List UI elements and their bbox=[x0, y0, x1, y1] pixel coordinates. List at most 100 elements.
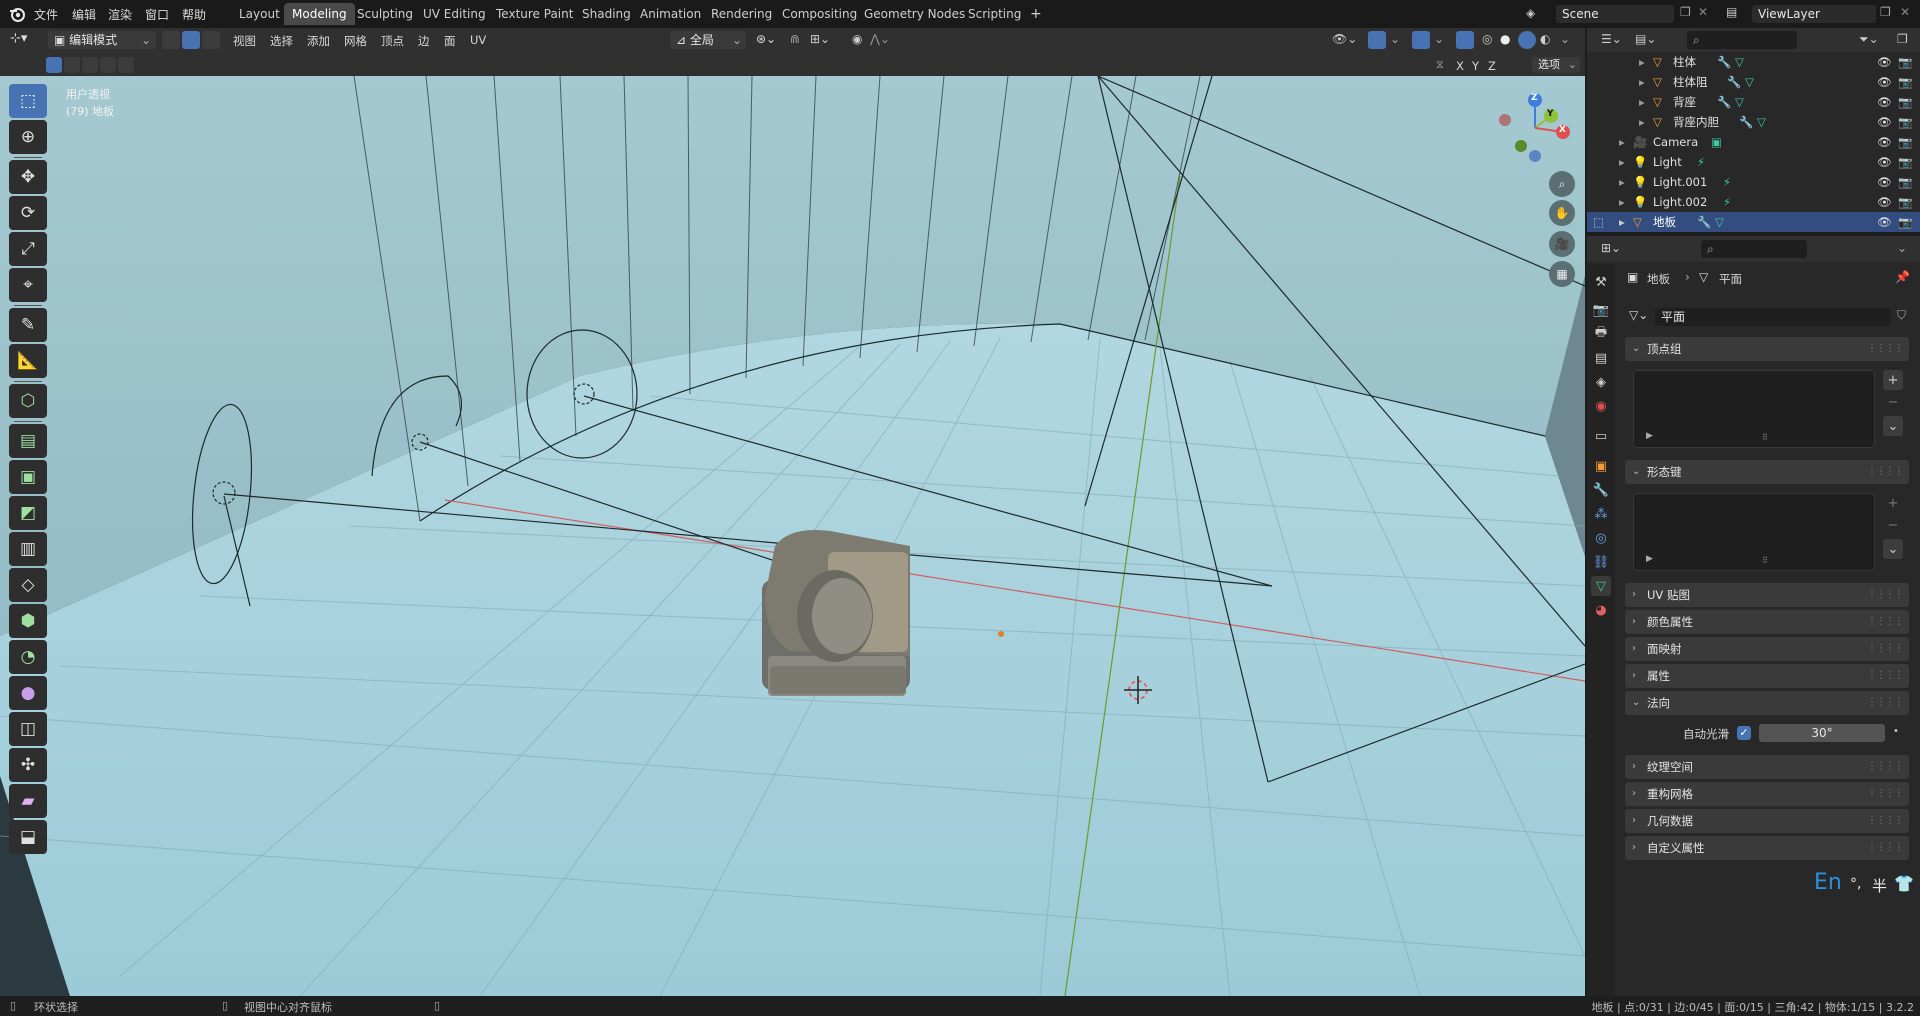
render-camera-icon[interactable]: 📷 bbox=[1898, 212, 1912, 232]
tab-rendering[interactable]: Rendering bbox=[703, 3, 780, 25]
drag-grip-icon[interactable]: ⋮⋮⋮⋮ bbox=[1867, 583, 1904, 607]
expand-arrow-icon[interactable]: ▸ bbox=[1639, 52, 1645, 72]
shading-wireframe-icon[interactable]: ◎ bbox=[1482, 32, 1492, 46]
expand-arrow-icon[interactable]: ▸ bbox=[1619, 192, 1625, 212]
select-box-tool-icon[interactable]: ⬚ bbox=[9, 84, 47, 118]
collection-tab-icon[interactable]: ▭ bbox=[1591, 426, 1611, 446]
render-camera-icon[interactable]: 📷 bbox=[1898, 132, 1912, 152]
transform-orientation-select[interactable]: ⊿ 全局 ⌄ bbox=[670, 31, 746, 49]
edge-slide-tool-icon[interactable]: ◫ bbox=[9, 712, 47, 746]
rotate-tool-icon[interactable]: ⟳ bbox=[9, 196, 47, 230]
spin-tool-icon[interactable]: ◔ bbox=[9, 640, 47, 674]
knife-tool-icon[interactable]: ◇ bbox=[9, 568, 47, 602]
loop-cut-tool-icon[interactable]: ▥ bbox=[9, 532, 47, 566]
overlay-toggle-button[interactable] bbox=[1412, 31, 1430, 49]
annotate-tool-icon[interactable]: ✎ bbox=[9, 308, 47, 342]
mirror-z-toggle[interactable]: Z bbox=[1488, 59, 1496, 73]
view-layer-copy-icon[interactable]: ❐ bbox=[1880, 5, 1891, 19]
camera-view-icon[interactable]: 🎥 bbox=[1549, 231, 1575, 257]
select-box-subtract-button[interactable] bbox=[82, 57, 98, 73]
shrink-fatten-tool-icon[interactable]: ✣ bbox=[9, 748, 47, 782]
visibility-eye-icon[interactable]: 👁 bbox=[1877, 92, 1892, 112]
expand-arrow-icon[interactable]: ▶ bbox=[1646, 431, 1653, 441]
inset-tool-icon[interactable]: ▣ bbox=[9, 460, 47, 494]
outliner-search-field[interactable]: ⌕ bbox=[1687, 31, 1797, 49]
ime-indicator[interactable]: En °, 半 👕 bbox=[1812, 870, 1920, 900]
panel-remesh[interactable]: › 重构网格 ⋮⋮⋮⋮ bbox=[1625, 782, 1909, 806]
bevel-tool-icon[interactable]: ◩ bbox=[9, 496, 47, 530]
mirror-icon[interactable]: ⧖ bbox=[1436, 58, 1444, 72]
menu-face[interactable]: 面 bbox=[444, 33, 456, 49]
add-workspace-button[interactable]: + bbox=[1022, 3, 1050, 25]
rip-region-tool-icon[interactable]: ⬓ bbox=[9, 820, 47, 854]
add-vertex-group-button[interactable]: + bbox=[1883, 370, 1903, 390]
expand-arrow-icon[interactable]: ▸ bbox=[1619, 172, 1625, 192]
new-collection-icon[interactable]: ❐ bbox=[1897, 32, 1908, 46]
render-camera-icon[interactable]: 📷 bbox=[1898, 112, 1912, 132]
snap-target-icon[interactable]: ⊞⌄ bbox=[810, 32, 830, 46]
edge-select-button[interactable] bbox=[182, 31, 200, 49]
drag-grip-icon[interactable]: ⋮⋮⋮⋮ bbox=[1867, 755, 1904, 779]
cursor-tool-icon[interactable]: ⊕ bbox=[9, 120, 47, 154]
auto-smooth-angle-field[interactable]: 30° bbox=[1759, 724, 1885, 742]
outliner-row[interactable]: ▸ ▽ 背座内胆 🔧 ▽ 👁 📷 bbox=[1587, 112, 1920, 132]
vertex-group-specials-button[interactable]: ⌄ bbox=[1883, 416, 1903, 436]
snap-icon[interactable]: ⋒ bbox=[790, 32, 800, 46]
scene-close-icon[interactable]: ✕ bbox=[1698, 5, 1708, 19]
expand-arrow-icon[interactable]: ▸ bbox=[1619, 152, 1625, 172]
tab-sculpting[interactable]: Sculpting bbox=[349, 3, 421, 25]
visibility-icon[interactable]: 👁⌄ bbox=[1332, 32, 1357, 46]
menu-edge[interactable]: 边 bbox=[418, 33, 430, 49]
drag-grip-icon[interactable]: ⋮⋮⋮⋮ bbox=[1867, 782, 1904, 806]
menu-file[interactable]: 文件 bbox=[34, 6, 58, 23]
navigation-gizmo[interactable]: Z Y X bbox=[1495, 90, 1575, 170]
panel-custom-properties[interactable]: › 自定义属性 ⋮⋮⋮⋮ bbox=[1625, 836, 1909, 860]
mesh-edit-mode-icon[interactable]: ⬚ bbox=[1593, 212, 1604, 232]
editor-type-icon[interactable]: ☰⌄ bbox=[1601, 32, 1622, 46]
expand-arrow-icon[interactable]: ▸ bbox=[1619, 212, 1625, 232]
visibility-eye-icon[interactable]: 👁 bbox=[1877, 152, 1892, 172]
chevron-down-icon[interactable]: ⌄ bbox=[1390, 32, 1400, 46]
menu-view[interactable]: 视图 bbox=[233, 33, 256, 49]
drag-grip-icon[interactable]: ⋮⋮⋮⋮ bbox=[1867, 337, 1904, 361]
transform-tool-icon[interactable]: ⌖ bbox=[9, 268, 47, 302]
face-select-button[interactable] bbox=[202, 31, 220, 49]
tab-scripting[interactable]: Scripting bbox=[960, 3, 1029, 25]
auto-smooth-checkbox[interactable]: ✓ bbox=[1737, 726, 1751, 740]
expand-arrow-icon[interactable]: ▶ bbox=[1646, 554, 1653, 564]
properties-search-field[interactable]: ⌕ bbox=[1701, 240, 1807, 258]
physics-tab-icon[interactable]: ◎ bbox=[1591, 528, 1611, 548]
menu-mesh[interactable]: 网格 bbox=[344, 33, 367, 49]
visibility-eye-icon[interactable]: 👁 bbox=[1877, 192, 1892, 212]
xray-toggle-button[interactable] bbox=[1456, 31, 1474, 49]
add-shape-key-button[interactable]: + bbox=[1883, 493, 1903, 513]
scene-copy-icon[interactable]: ❐ bbox=[1680, 5, 1691, 19]
move-tool-icon[interactable]: ✥ bbox=[9, 160, 47, 194]
add-cube-tool-icon[interactable]: ⬡ bbox=[9, 384, 47, 418]
menu-edit[interactable]: 编辑 bbox=[72, 6, 96, 23]
tab-geometry-nodes[interactable]: Geometry Nodes bbox=[856, 3, 973, 25]
scene-name-field[interactable]: Scene bbox=[1556, 5, 1674, 23]
render-camera-icon[interactable]: 📷 bbox=[1898, 192, 1912, 212]
visibility-eye-icon[interactable]: 👁 bbox=[1877, 172, 1892, 192]
shape-keys-list[interactable]: ▶ ⠿ bbox=[1633, 493, 1875, 571]
mirror-y-toggle[interactable]: Y bbox=[1472, 59, 1479, 73]
modifier-tab-icon[interactable]: 🔧 bbox=[1591, 480, 1611, 500]
tab-uv-editing[interactable]: UV Editing bbox=[415, 3, 494, 25]
editor-type-icon[interactable]: ⊞⌄ bbox=[1601, 241, 1621, 255]
fake-user-shield-icon[interactable]: ⛉ bbox=[1897, 308, 1906, 323]
menu-select[interactable]: 选择 bbox=[270, 33, 293, 49]
render-camera-icon[interactable]: 📷 bbox=[1898, 72, 1912, 92]
extrude-tool-icon[interactable]: ▤ bbox=[9, 424, 47, 458]
world-tab-icon[interactable]: ◉ bbox=[1591, 396, 1611, 416]
drag-grip-icon[interactable]: ⋮⋮⋮⋮ bbox=[1867, 610, 1904, 634]
mesh-browse-icon[interactable]: ▽⌄ bbox=[1629, 308, 1648, 322]
mode-select[interactable]: ▣ 编辑模式 ⌄ bbox=[48, 31, 156, 49]
drag-grip-icon[interactable]: ⋮⋮⋮⋮ bbox=[1867, 460, 1904, 484]
panel-color-attributes[interactable]: › 颜色属性 ⋮⋮⋮⋮ bbox=[1625, 610, 1909, 634]
panel-normals[interactable]: ⌄ 法向 ⋮⋮⋮⋮ bbox=[1625, 691, 1909, 715]
tool-tab-icon[interactable]: ⚒ bbox=[1591, 272, 1611, 292]
filter-icon[interactable]: ⏷⌄ bbox=[1859, 32, 1879, 47]
measure-tool-icon[interactable]: 📐 bbox=[9, 344, 47, 378]
panel-attributes[interactable]: › 属性 ⋮⋮⋮⋮ bbox=[1625, 664, 1909, 688]
